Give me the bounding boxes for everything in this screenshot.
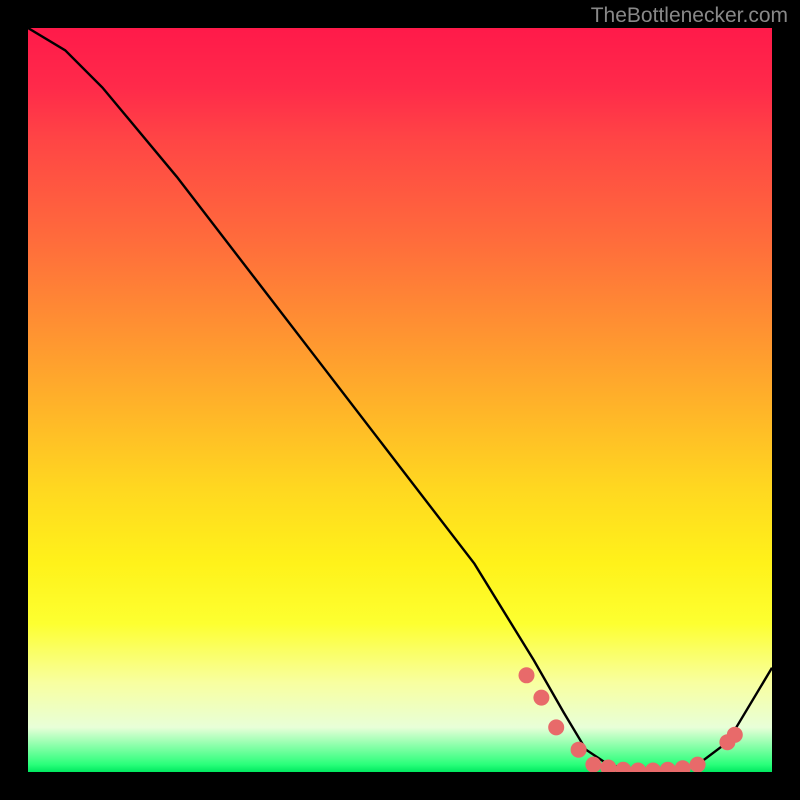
chart-marker bbox=[519, 667, 535, 683]
chart-marker bbox=[585, 757, 601, 772]
chart-marker bbox=[533, 690, 549, 706]
chart-marker bbox=[548, 719, 564, 735]
attribution-text: TheBottlenecker.com bbox=[591, 4, 788, 28]
chart-container bbox=[28, 28, 772, 772]
chart-marker bbox=[660, 762, 676, 772]
chart-marker bbox=[690, 757, 706, 772]
chart-marker bbox=[571, 742, 587, 758]
chart-marker bbox=[645, 763, 661, 773]
chart-marker bbox=[615, 762, 631, 772]
chart-marker bbox=[630, 763, 646, 773]
chart-marker bbox=[727, 727, 743, 743]
chart-line bbox=[28, 28, 772, 772]
chart-svg bbox=[28, 28, 772, 772]
chart-marker bbox=[675, 760, 691, 772]
